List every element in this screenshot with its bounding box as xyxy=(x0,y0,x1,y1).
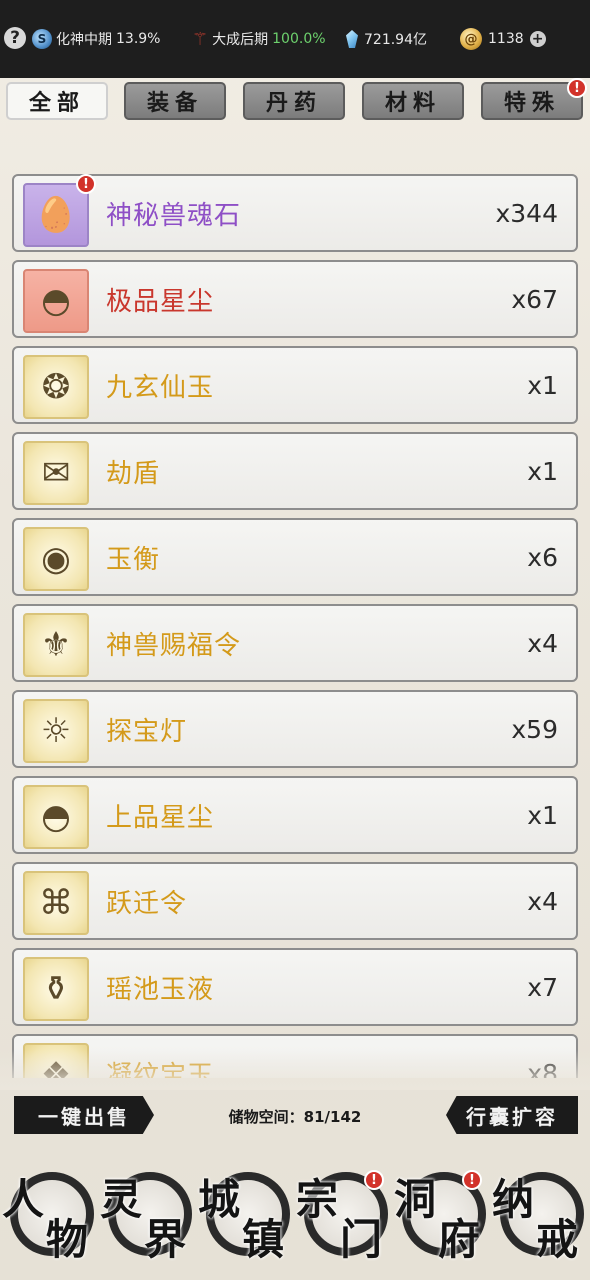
nav-alert-icon: ! xyxy=(462,1170,482,1190)
nav-char-2: 镇 xyxy=(242,1215,285,1264)
nav-char-2: 府 xyxy=(438,1215,481,1264)
item-name: 九玄仙玉 xyxy=(106,372,215,403)
item-name: 跃迁令 xyxy=(106,888,188,919)
nav-char-2: 戒 xyxy=(536,1215,579,1264)
beast-soul-egg-icon: 🥚 xyxy=(23,183,89,247)
item-quantity: x4 xyxy=(527,628,558,658)
item-name: 上品星尘 xyxy=(106,802,215,833)
spirit-stone-amount: 721.94亿 xyxy=(364,32,427,48)
teleport-token-icon: ⌘ xyxy=(23,871,89,935)
nav-char-2: 门 xyxy=(340,1215,383,1264)
nav-cave-button[interactable]: 洞府! xyxy=(394,1166,492,1264)
nav-alert-icon: ! xyxy=(364,1170,384,1190)
item-quantity: x67 xyxy=(511,284,558,314)
item-row[interactable]: ◓ 上品星尘 x1 xyxy=(12,776,578,854)
cultivation-label: 大成后期 xyxy=(212,32,269,48)
tab-special-alert-icon: ! xyxy=(567,78,587,98)
item-row[interactable]: ☼ 探宝灯 x59 xyxy=(12,690,578,768)
item-quantity: x6 xyxy=(527,542,558,572)
stardust-bowl-icon: ◓ xyxy=(23,785,89,849)
realm-status[interactable]: S 化神中期 13.9% xyxy=(32,27,160,51)
spirit-stone-counter[interactable]: 721.94亿 xyxy=(346,27,427,51)
jade-swirl-icon: ❂ xyxy=(23,355,89,419)
sell-all-button[interactable]: 一键出售 xyxy=(14,1096,154,1134)
nav-char-1: 灵 xyxy=(100,1175,143,1224)
talisman-shield-icon: ✉ xyxy=(23,441,89,505)
item-name: 探宝灯 xyxy=(106,716,188,747)
storage-capacity: 储物空间：81/142 xyxy=(228,1107,362,1126)
nav-town-button[interactable]: 城镇 xyxy=(198,1166,296,1264)
jade-liquid-icon: ⚱ xyxy=(23,957,89,1021)
nav-char-1: 城 xyxy=(198,1175,241,1224)
category-tabs: 全部 装备 丹药 材料 特殊 ! xyxy=(0,78,590,128)
bottom-nav: 人物灵界城镇宗门! 洞府! 纳戒 xyxy=(0,1150,590,1280)
spirit-stone-icon xyxy=(346,30,358,48)
tab-equipment[interactable]: 装备 xyxy=(124,82,226,120)
nav-char-1: 纳 xyxy=(492,1175,535,1224)
cultivation-status[interactable]: ⚚ 大成后期 100.0% xyxy=(192,27,326,51)
item-quantity: x1 xyxy=(527,800,558,830)
item-row[interactable]: ⌘ 跃迁令 x4 xyxy=(12,862,578,940)
nav-storage-ring-button[interactable]: 纳戒 xyxy=(492,1166,590,1264)
item-row[interactable]: ◓ 极品星尘 x67 xyxy=(12,260,578,338)
realm-orb-icon: S xyxy=(32,29,52,49)
nav-spirit-realm-button[interactable]: 灵界 xyxy=(100,1166,198,1264)
treasure-lamp-icon: ☼ xyxy=(23,699,89,763)
item-quantity: x4 xyxy=(527,886,558,916)
help-icon[interactable]: ? xyxy=(4,27,26,49)
stardust-bowl-icon: ◓ xyxy=(23,269,89,333)
cultivation-percent: 100.0% xyxy=(272,31,326,47)
item-name: 玉衡 xyxy=(106,544,161,575)
item-row[interactable]: ✉ 劫盾 x1 xyxy=(12,432,578,510)
item-list[interactable]: 🥚 神秘兽魂石 x344! ◓ 极品星尘 x67 ❂ 九玄仙玉 x1 ✉ 劫盾 x1 ◉ 玉衡 x6 ⚜ 神兽赐… xyxy=(12,174,578,1078)
item-row[interactable]: ⚱ 瑶池玉液 x7 xyxy=(12,948,578,1026)
nav-char-1: 洞 xyxy=(394,1175,437,1224)
gold-coin-icon: @ xyxy=(460,28,482,50)
item-name: 极品星尘 xyxy=(106,286,215,317)
item-quantity: x7 xyxy=(527,972,558,1002)
nav-char-1: 宗 xyxy=(296,1175,339,1224)
item-row[interactable]: ⚜ 神兽赐福令 x4 xyxy=(12,604,578,682)
blessing-token-icon: ⚜ xyxy=(23,613,89,677)
nav-character-button[interactable]: 人物 xyxy=(2,1166,100,1264)
item-row[interactable]: ❂ 九玄仙玉 x1 xyxy=(12,346,578,424)
nav-sect-button[interactable]: 宗门! xyxy=(296,1166,394,1264)
tab-pills[interactable]: 丹药 xyxy=(243,82,345,120)
item-quantity: x59 xyxy=(511,714,558,744)
item-quantity: x1 xyxy=(527,370,558,400)
tab-materials[interactable]: 材料 xyxy=(362,82,464,120)
realm-percent: 13.9% xyxy=(116,31,161,47)
item-name: 瑶池玉液 xyxy=(106,974,215,1005)
list-fade xyxy=(0,1050,590,1090)
item-name: 神兽赐福令 xyxy=(106,630,242,661)
tab-all[interactable]: 全部 xyxy=(6,82,108,120)
item-quantity: x1 xyxy=(527,456,558,486)
item-quantity: x344 xyxy=(495,198,558,228)
expand-bag-button[interactable]: 行囊扩容 xyxy=(446,1096,578,1134)
item-row[interactable]: 🥚 神秘兽魂石 x344! xyxy=(12,174,578,252)
new-item-alert-icon: ! xyxy=(76,174,96,194)
nav-char-1: 人 xyxy=(2,1175,45,1224)
item-name: 劫盾 xyxy=(106,458,161,489)
jade-disc-icon: ◉ xyxy=(23,527,89,591)
status-bar: ? S 化神中期 13.9% ⚚ 大成后期 100.0% 721.94亿 @ 1… xyxy=(0,0,590,78)
gold-amount: 1138 xyxy=(488,31,524,47)
nav-char-2: 物 xyxy=(46,1215,89,1264)
nav-char-2: 界 xyxy=(144,1215,187,1264)
sword-icon: ⚚ xyxy=(192,28,209,50)
item-row[interactable]: ◉ 玉衡 x6 xyxy=(12,518,578,596)
item-name: 神秘兽魂石 xyxy=(106,200,242,231)
add-gold-icon[interactable]: + xyxy=(529,31,546,47)
realm-label: 化神中期 xyxy=(56,32,112,48)
gold-counter[interactable]: @ 1138 + xyxy=(460,27,546,51)
